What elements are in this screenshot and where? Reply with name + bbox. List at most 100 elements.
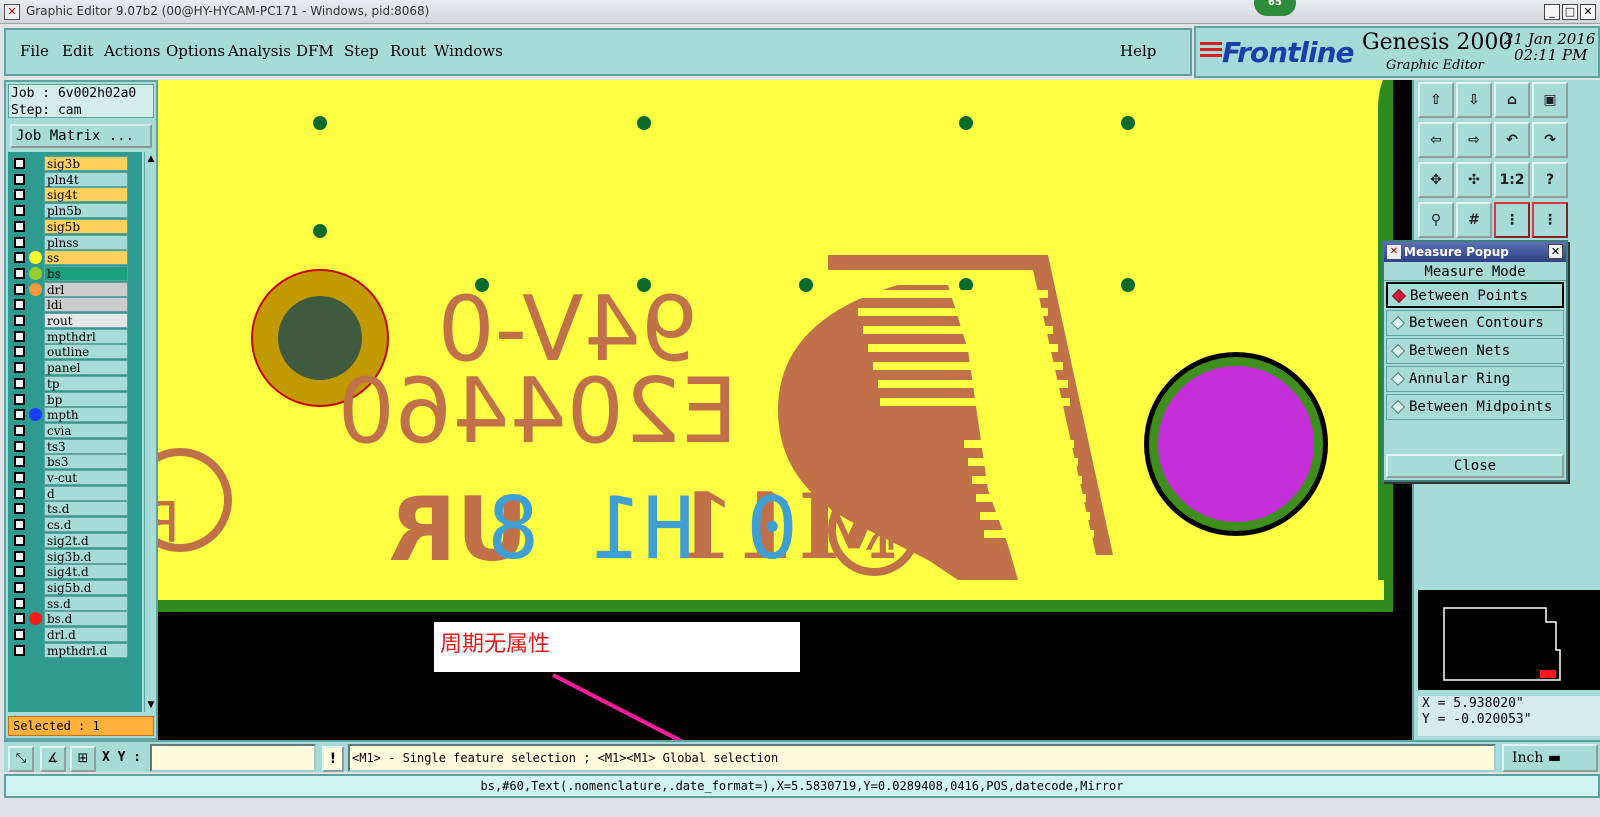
layer-row[interactable]: sig3b.d [8, 548, 142, 564]
layer-name[interactable]: sig5b.d [44, 579, 128, 595]
zoom-down-icon[interactable]: ⇩ [1456, 82, 1492, 118]
layer-checkbox[interactable] [14, 409, 25, 421]
layer-name[interactable]: panel [44, 360, 128, 376]
layer-checkbox[interactable] [14, 629, 25, 640]
fit-all-icon[interactable]: ✥ [1418, 162, 1454, 198]
layer-name[interactable]: tp [44, 375, 128, 391]
menu-windows[interactable]: Windows [434, 42, 503, 60]
menu-options[interactable]: Options [166, 42, 225, 60]
layer-checkbox[interactable] [14, 377, 25, 389]
layer-row[interactable]: pln5b [8, 203, 142, 219]
layer-checkbox[interactable] [14, 424, 25, 436]
layer-name[interactable]: mpthdrl [44, 328, 128, 344]
layer-name[interactable]: sig4t [44, 187, 128, 203]
info-icon[interactable]: ! [322, 746, 344, 772]
layer-checkbox[interactable] [14, 189, 25, 201]
measure-icon[interactable]: ⚲ [1418, 202, 1454, 238]
layer-checkbox[interactable] [14, 252, 25, 264]
xy-input[interactable] [150, 744, 316, 772]
layer-checkbox[interactable] [14, 362, 25, 374]
layer-row[interactable]: plnss [8, 234, 142, 250]
snap-icon[interactable]: ⋮ [1494, 202, 1530, 238]
layer-row[interactable]: panel [8, 360, 142, 376]
layer-name[interactable]: outline [44, 344, 128, 360]
layer-name[interactable]: d [44, 485, 128, 501]
layer-checkbox[interactable] [14, 330, 25, 342]
minimize-icon[interactable]: _ [1544, 4, 1560, 20]
layer-checkbox[interactable] [14, 393, 25, 405]
layer-row[interactable]: sig2t.d [8, 532, 142, 548]
layer-name[interactable]: bs.d [44, 611, 128, 627]
grid-icon[interactable]: # [1456, 202, 1492, 238]
layer-name[interactable]: drl [44, 281, 128, 297]
layer-row[interactable]: mpthdrl [8, 328, 142, 344]
layer-name[interactable]: pln5b [44, 203, 128, 219]
layer-row[interactable]: bs.d [8, 611, 142, 627]
overview-map[interactable] [1418, 590, 1600, 690]
help-icon[interactable]: ? [1532, 162, 1568, 198]
layer-name[interactable]: ss [44, 250, 128, 266]
layer-row[interactable]: bs3 [8, 454, 142, 470]
layer-name[interactable]: ldi [44, 297, 128, 313]
layer-name[interactable]: bs3 [44, 454, 128, 470]
layer-row[interactable]: ldi [8, 297, 142, 313]
layer-row[interactable]: outline [8, 344, 142, 360]
home-view-icon[interactable]: ⌂ [1494, 82, 1530, 118]
close-icon[interactable]: ✕ [1580, 4, 1596, 20]
layer-name[interactable]: sig4t.d [44, 564, 128, 580]
layer-name[interactable]: sig5b [44, 218, 128, 234]
undo-view-icon[interactable]: ↶ [1494, 122, 1530, 158]
grid-mode-icon[interactable]: ⊞ [70, 746, 96, 772]
layer-row[interactable]: ts.d [8, 501, 142, 517]
layer-row[interactable]: sig3b [8, 156, 142, 171]
option-annular-ring[interactable]: Annular Ring [1386, 366, 1564, 392]
maximize-icon[interactable]: □ [1562, 4, 1578, 20]
layer-name[interactable]: bs [44, 265, 128, 281]
option-between-nets[interactable]: Between Nets [1386, 338, 1564, 364]
menu-edit[interactable]: Edit [62, 42, 93, 60]
menu-analysis[interactable]: Analysis [228, 42, 291, 60]
menu-file[interactable]: File [20, 42, 49, 60]
graphic-canvas[interactable]: 94V-0 E204460 UR R M11 R 0 H1 8 周期无属性 [158, 80, 1412, 740]
layer-row[interactable]: drl [8, 281, 142, 297]
layer-name[interactable]: ts.d [44, 501, 128, 517]
menu-dfm[interactable]: DFM [296, 42, 334, 60]
layer-name[interactable]: bp [44, 391, 128, 407]
layer-checkbox[interactable] [14, 534, 25, 546]
layer-row[interactable]: bs [8, 265, 142, 281]
layer-row[interactable]: bp [8, 391, 142, 407]
layer-checkbox[interactable] [14, 236, 25, 248]
layer-name[interactable]: mpth [44, 407, 128, 423]
layer-checkbox[interactable] [14, 456, 25, 468]
layer-checkbox[interactable] [14, 220, 25, 232]
layer-name[interactable]: ts3 [44, 438, 128, 454]
layer-checkbox[interactable] [14, 299, 25, 311]
layer-name[interactable]: mpthdrl.d [44, 642, 128, 658]
layer-row[interactable]: sig5b.d [8, 579, 142, 595]
layer-name[interactable]: sig3b [44, 156, 128, 171]
fit-profile-icon[interactable]: ✣ [1456, 162, 1492, 198]
layer-row[interactable]: cs.d [8, 517, 142, 533]
menu-actions[interactable]: Actions [104, 42, 160, 60]
layer-name[interactable]: v-cut [44, 470, 128, 485]
select-mode-icon[interactable]: ⤡ [8, 746, 34, 772]
layer-checkbox[interactable] [14, 644, 25, 656]
scroll-up-icon[interactable]: ▲ [146, 154, 156, 164]
zoom-window-icon[interactable]: ▣ [1532, 82, 1568, 118]
layer-checkbox[interactable] [14, 267, 25, 279]
layer-checkbox[interactable] [14, 597, 25, 609]
measure-popup-titlebar[interactable]: ✕ Measure Popup ✕ [1384, 242, 1566, 262]
layer-name[interactable]: cvia [44, 422, 128, 438]
layer-row[interactable]: v-cut [8, 470, 142, 485]
layer-checkbox[interactable] [14, 487, 25, 499]
layer-checkbox[interactable] [14, 315, 25, 326]
layer-name[interactable]: sig2t.d [44, 532, 128, 548]
layer-row[interactable]: ss.d [8, 595, 142, 611]
close-button[interactable]: Close [1386, 454, 1564, 478]
one-to-one-icon[interactable]: 1:2 [1494, 162, 1530, 198]
layer-row[interactable]: rout [8, 313, 142, 328]
layer-row[interactable]: ss [8, 250, 142, 266]
layer-row[interactable]: mpthdrl.d [8, 642, 142, 658]
layer-name[interactable]: ss.d [44, 595, 128, 611]
layer-row[interactable]: sig4t.d [8, 564, 142, 580]
